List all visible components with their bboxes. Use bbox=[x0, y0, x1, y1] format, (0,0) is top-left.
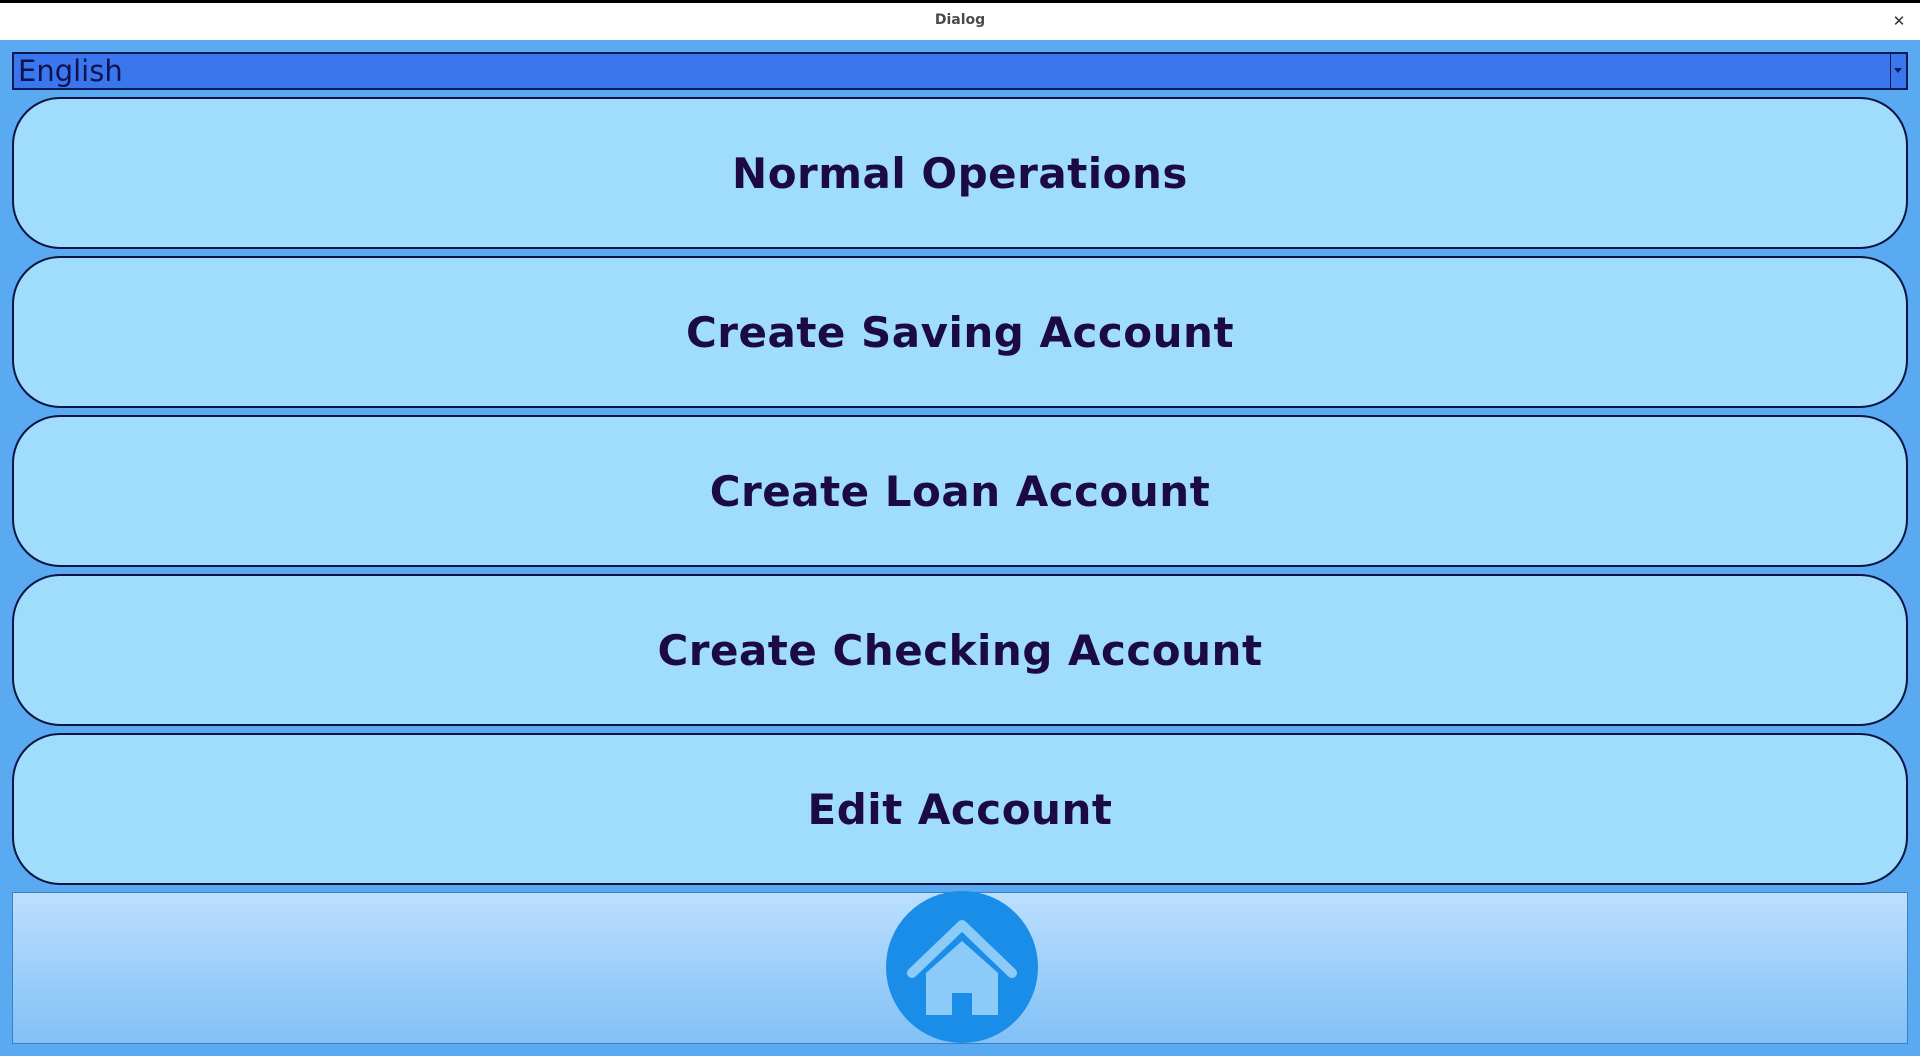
create-checking-account-label: Create Checking Account bbox=[657, 625, 1263, 675]
create-loan-account-button[interactable]: Create Loan Account bbox=[12, 415, 1908, 567]
create-checking-account-button[interactable]: Create Checking Account bbox=[12, 574, 1908, 726]
create-loan-account-label: Create Loan Account bbox=[709, 466, 1211, 516]
normal-operations-button[interactable]: Normal Operations bbox=[12, 97, 1908, 249]
create-saving-account-label: Create Saving Account bbox=[685, 307, 1235, 357]
create-saving-account-button[interactable]: Create Saving Account bbox=[12, 256, 1908, 408]
home-button[interactable] bbox=[886, 891, 1038, 1043]
edit-account-button[interactable]: Edit Account bbox=[12, 733, 1908, 885]
language-select[interactable]: English bbox=[12, 52, 1908, 90]
close-icon[interactable]: ✕ bbox=[1888, 10, 1910, 32]
home-icon bbox=[907, 920, 1017, 1015]
edit-account-label: Edit Account bbox=[807, 784, 1113, 834]
footer-bar bbox=[12, 891, 1908, 1044]
dialog-window: Dialog ✕ English Normal Operations Creat… bbox=[0, 0, 1920, 1056]
language-select-value: English bbox=[18, 54, 123, 88]
chevron-down-icon[interactable] bbox=[1890, 54, 1906, 88]
title-bar: Dialog ✕ bbox=[0, 0, 1920, 40]
normal-operations-label: Normal Operations bbox=[732, 148, 1188, 198]
window-title: Dialog bbox=[934, 12, 986, 28]
